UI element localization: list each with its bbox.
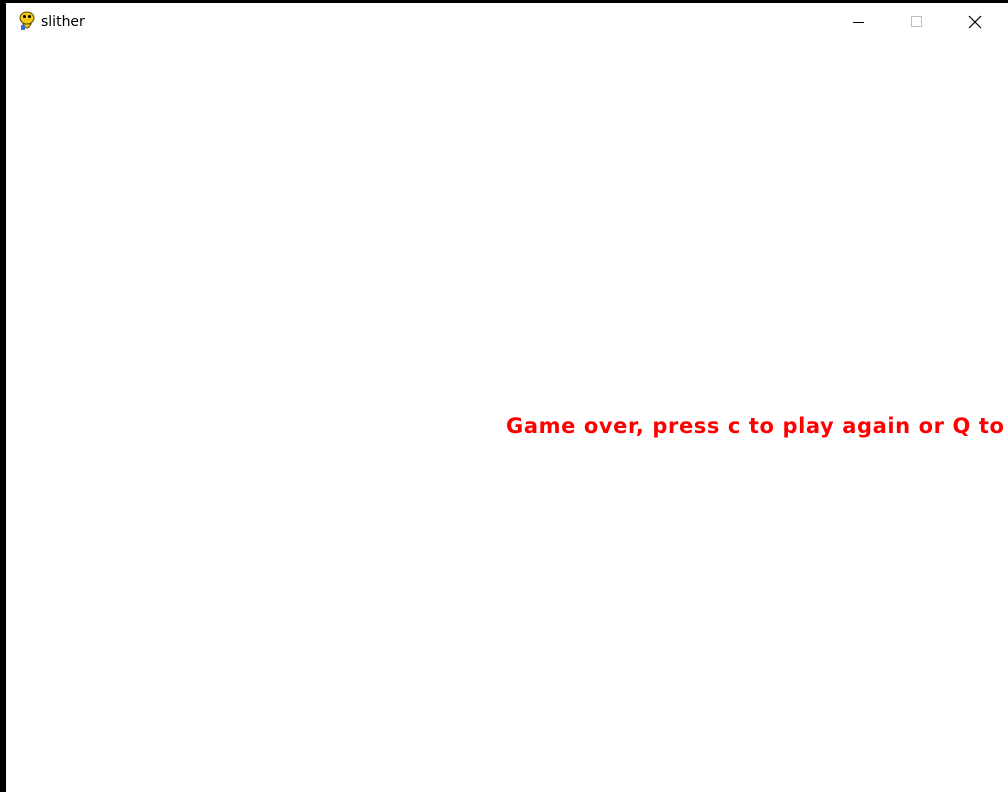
pygame-snake-icon bbox=[17, 10, 37, 32]
close-button[interactable] bbox=[945, 3, 1003, 41]
minimize-icon bbox=[853, 22, 864, 23]
app-window: slither Game over, press c to play again… bbox=[0, 0, 1008, 792]
minimize-button[interactable] bbox=[829, 3, 887, 41]
title-bar[interactable]: slither bbox=[6, 3, 1008, 41]
game-over-message: Game over, press c to play again or Q to… bbox=[506, 414, 1008, 438]
maximize-icon bbox=[911, 16, 922, 27]
window-title: slither bbox=[41, 14, 85, 30]
game-canvas[interactable]: Game over, press c to play again or Q to… bbox=[6, 41, 1008, 792]
maximize-button[interactable] bbox=[887, 3, 945, 41]
close-icon bbox=[968, 15, 982, 29]
